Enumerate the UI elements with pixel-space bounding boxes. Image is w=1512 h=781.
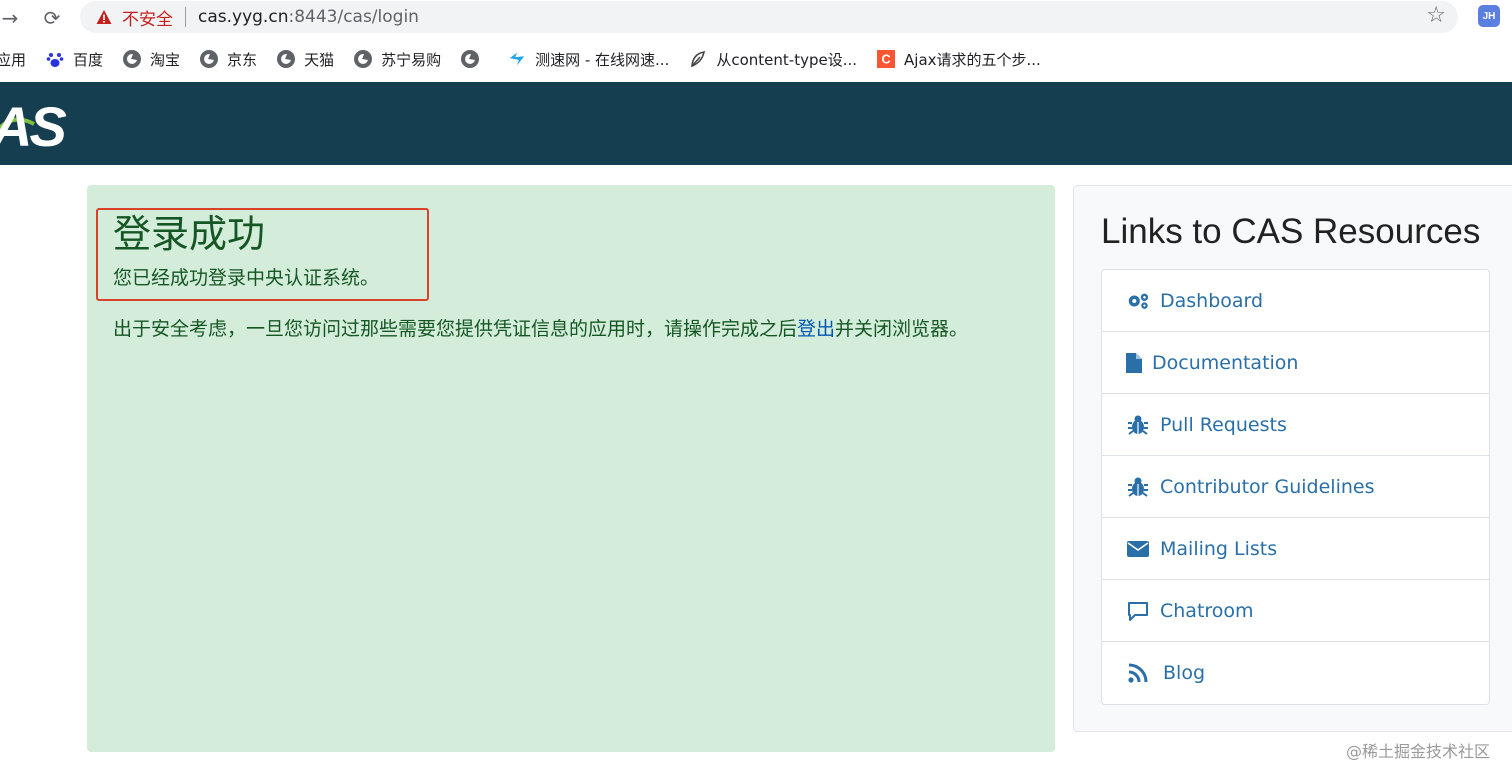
forward-arrow-icon[interactable]: → <box>0 4 24 32</box>
bookmark-speedtest[interactable]: 测速网 - 在线网速... <box>508 49 669 70</box>
insecure-label[interactable]: 不安全 <box>122 5 173 30</box>
success-subtitle: 您已经成功登录中央认证系统。 <box>113 267 380 289</box>
warning-triangle-icon <box>96 10 112 24</box>
resource-label: Dashboard <box>1160 289 1264 312</box>
baidu-paw-icon <box>46 50 64 68</box>
bookmark-tmall[interactable]: 天猫 <box>277 49 334 70</box>
separator <box>185 7 186 27</box>
bookmark-label: 应用 <box>0 50 27 69</box>
cas-header: AS <box>0 82 1512 165</box>
bookmark-apps[interactable]: 应用 <box>0 49 26 70</box>
resources-panel: Links to CAS Resources Dashboard Documen… <box>1073 185 1512 732</box>
security-note: 出于安全考虑，一旦您访问过那些需要您提供凭证信息的应用时，请操作完成之后登出并关… <box>113 314 968 341</box>
gears-icon <box>1126 290 1150 312</box>
resource-link-documentation[interactable]: Documentation <box>1102 332 1489 394</box>
leaf-icon <box>689 50 707 68</box>
address-bar[interactable]: 不安全 cas.yyg.cn :8443/cas/login ☆ <box>80 1 1458 33</box>
bookmark-taobao[interactable]: 淘宝 <box>123 49 180 70</box>
resource-label: Chatroom <box>1160 599 1254 622</box>
bookmark-label: 测速网 - 在线网速... <box>535 50 670 69</box>
bookmark-ajax[interactable]: C Ajax请求的五个步... <box>877 49 1041 70</box>
bookmark-label: 从content-type设... <box>716 50 858 69</box>
url-path: :8443/cas/login <box>288 7 419 27</box>
bookmark-untitled[interactable] <box>461 50 488 68</box>
bookmark-label: 天猫 <box>304 50 335 69</box>
url-host: cas.yyg.cn <box>198 7 289 27</box>
cas-logo-mark: AS <box>0 95 69 158</box>
resources-title: Links to CAS Resources <box>1101 212 1481 251</box>
globe-icon <box>354 50 373 68</box>
csdn-icon: C <box>877 50 896 68</box>
globe-icon <box>200 50 219 68</box>
bookmark-suning[interactable]: 苏宁易购 <box>354 49 441 70</box>
resource-link-chatroom[interactable]: Chatroom <box>1102 580 1489 642</box>
watermark: @稀土掘金技术社区 <box>1345 742 1490 761</box>
svg-text:C: C <box>881 53 890 67</box>
file-icon <box>1126 352 1142 374</box>
chat-icon <box>1126 600 1150 622</box>
rss-icon <box>1126 662 1150 684</box>
resource-label: Documentation <box>1152 351 1299 374</box>
bookmark-label: 苏宁易购 <box>381 50 442 69</box>
resource-label: Contributor Guidelines <box>1160 475 1375 498</box>
bookmark-content-type[interactable]: 从content-type设... <box>689 49 857 70</box>
svg-text:AS: AS <box>0 95 66 154</box>
logout-link[interactable]: 登出 <box>797 318 835 340</box>
globe-icon <box>123 50 142 68</box>
bookmark-baidu[interactable]: 百度 <box>46 49 103 70</box>
resource-label: Blog <box>1163 662 1205 684</box>
globe-icon <box>277 50 296 68</box>
resource-link-dashboard[interactable]: Dashboard <box>1102 270 1489 332</box>
reload-icon[interactable]: ⟳ <box>38 4 66 32</box>
bug-icon <box>1126 414 1150 436</box>
bookmark-label: Ajax请求的五个步... <box>904 50 1041 69</box>
speedtest-icon <box>508 50 526 68</box>
profile-avatar[interactable]: JH <box>1478 5 1500 27</box>
bookmarks-bar: 应用 百度 淘宝 京东 天猫 苏宁易购 测速网 - 在线网速... 从conte… <box>0 40 1512 78</box>
login-success-panel: 登录成功 您已经成功登录中央认证系统。 出于安全考虑，一旦您访问过那些需要您提供… <box>87 185 1055 752</box>
browser-toolbar: → ⟳ 不安全 cas.yyg.cn :8443/cas/login ☆ JH <box>0 0 1512 36</box>
success-title: 登录成功 <box>113 212 266 256</box>
cas-logo[interactable]: AS <box>0 92 72 167</box>
resource-label: Pull Requests <box>1160 413 1287 436</box>
resource-link-blog[interactable]: Blog <box>1102 642 1489 704</box>
globe-icon <box>461 50 480 68</box>
resource-link-contributor-guidelines[interactable]: Contributor Guidelines <box>1102 456 1489 518</box>
bookmark-star-icon[interactable]: ☆ <box>1426 3 1446 28</box>
envelope-icon <box>1126 538 1150 560</box>
bug-icon <box>1126 476 1150 498</box>
resource-link-pull-requests[interactable]: Pull Requests <box>1102 394 1489 456</box>
note-text: 出于安全考虑，一旦您访问过那些需要您提供凭证信息的应用时，请操作完成之后 <box>113 318 798 340</box>
bookmark-label: 京东 <box>227 50 258 69</box>
note-text-end: 并关闭浏览器。 <box>835 318 969 340</box>
resources-list: Dashboard Documentation Pull Requests Co… <box>1101 269 1490 705</box>
resource-link-mailing-lists[interactable]: Mailing Lists <box>1102 518 1489 580</box>
resource-label: Mailing Lists <box>1160 537 1278 560</box>
bookmark-label: 百度 <box>73 50 104 69</box>
bookmark-jd[interactable]: 京东 <box>200 49 257 70</box>
bookmark-label: 淘宝 <box>150 50 181 69</box>
